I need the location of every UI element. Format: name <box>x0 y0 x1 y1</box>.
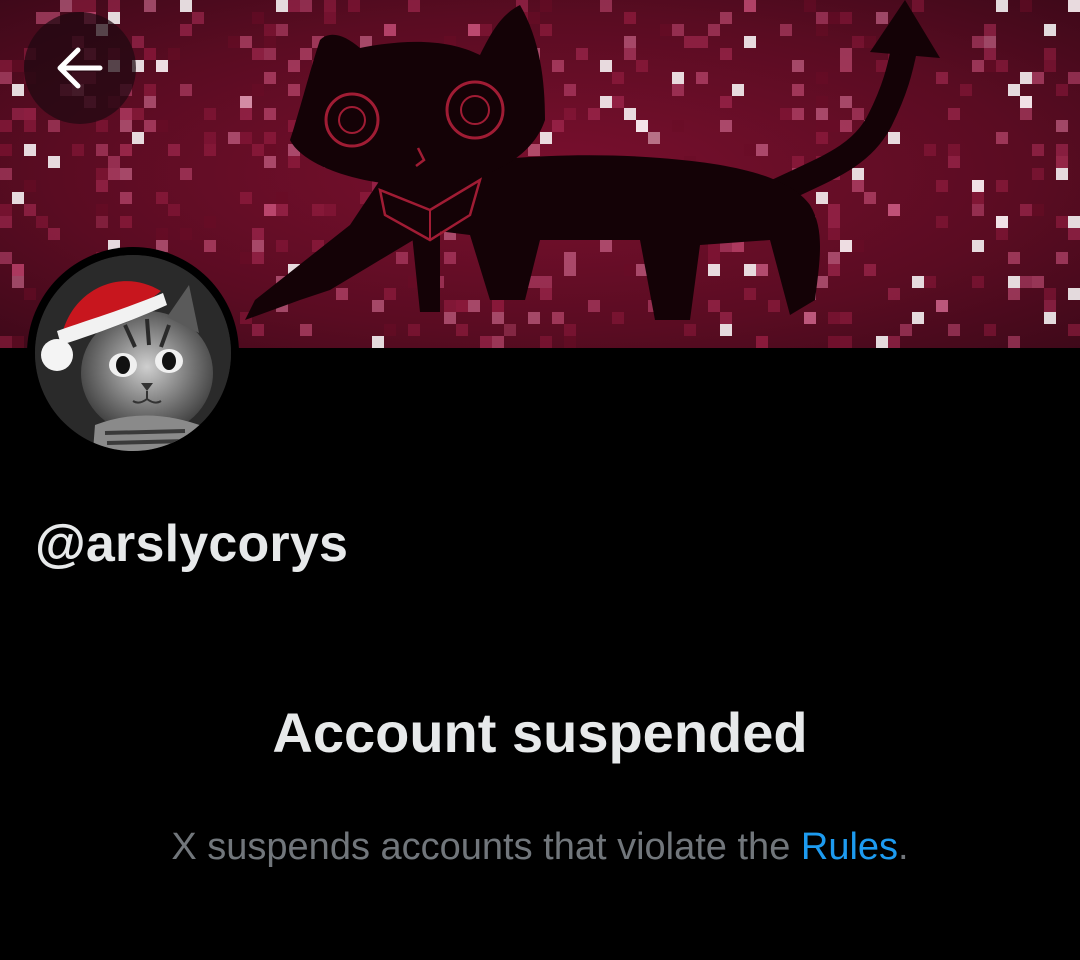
back-button[interactable] <box>24 12 136 124</box>
suspended-description-text: X suspends accounts that violate the <box>171 826 801 868</box>
profile-page: @arslycorys Account suspended X suspends… <box>0 0 1080 960</box>
avatar-image <box>35 255 231 451</box>
suspended-description-period: . <box>898 826 909 868</box>
avatar[interactable] <box>27 247 239 459</box>
suspended-title: Account suspended <box>272 701 808 764</box>
profile-handle: @arslycorys <box>35 515 349 573</box>
arrow-left-icon <box>52 40 108 96</box>
suspended-description: X suspends accounts that violate the Rul… <box>0 826 1080 869</box>
rules-link[interactable]: Rules <box>801 826 898 868</box>
